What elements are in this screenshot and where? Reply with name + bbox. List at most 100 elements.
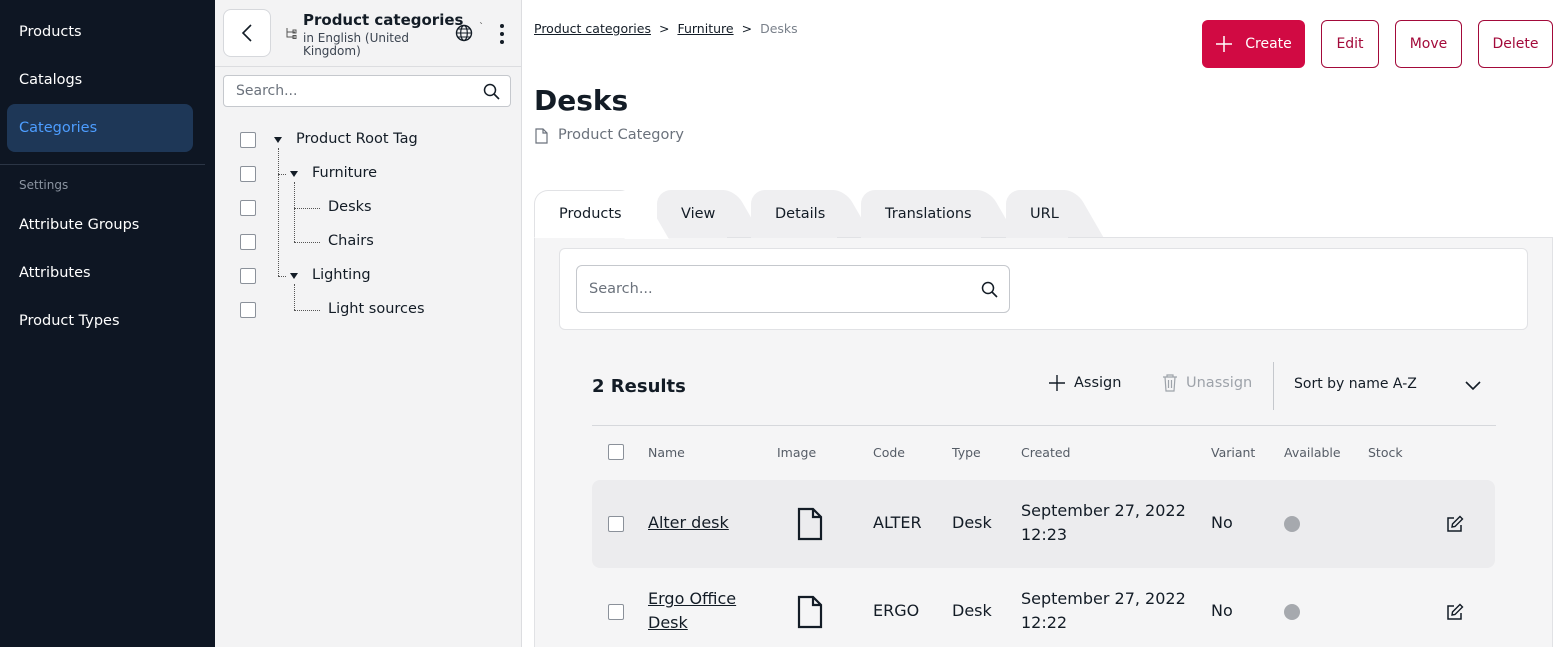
- search-icon[interactable]: [483, 83, 500, 100]
- product-created-date: September 27, 2022: [1021, 501, 1186, 520]
- availability-status-dot: [1284, 516, 1300, 532]
- back-button[interactable]: [223, 9, 271, 57]
- plus-icon: [1049, 375, 1065, 391]
- globe-icon[interactable]: [455, 24, 473, 42]
- product-name-link[interactable]: Desk: [648, 613, 688, 632]
- product-search-placeholder: Search...: [589, 281, 653, 297]
- tree-node-lighting[interactable]: Lighting: [215, 264, 521, 288]
- nav-item-product-types[interactable]: Product Types: [7, 297, 193, 345]
- document-icon: [535, 128, 548, 144]
- product-code-cell: ERGO: [873, 601, 920, 620]
- column-header-stock: Stock: [1368, 445, 1403, 460]
- delete-button[interactable]: Delete: [1478, 20, 1553, 68]
- main-navigation: Products Catalogs Categories Settings At…: [0, 0, 215, 647]
- availability-status-dot: [1284, 604, 1300, 620]
- column-header-created[interactable]: Created: [1021, 445, 1070, 460]
- row-checkbox[interactable]: [608, 516, 624, 532]
- column-header-name[interactable]: Name: [648, 445, 685, 460]
- trash-icon: [1163, 374, 1177, 392]
- tab-details[interactable]: Details: [751, 190, 837, 238]
- tree-node-desks[interactable]: Desks: [215, 196, 521, 220]
- sort-select[interactable]: Sort by name A-Z: [1294, 376, 1417, 392]
- language-dropdown-indicator[interactable]: `: [479, 22, 484, 33]
- edit-button[interactable]: Edit: [1321, 20, 1379, 68]
- more-options-icon[interactable]: [498, 24, 506, 44]
- product-name-link[interactable]: Ergo Office: [648, 589, 736, 608]
- main-content: Product categories > Furniture > Desks C…: [522, 0, 1560, 647]
- tab-products[interactable]: Products: [534, 190, 634, 238]
- nav-item-attributes[interactable]: Attributes: [7, 249, 193, 297]
- nav-item-catalogs[interactable]: Catalogs: [7, 56, 193, 104]
- tree-node-label[interactable]: Light sources: [328, 301, 425, 317]
- tree-node-checkbox[interactable]: [240, 166, 256, 182]
- breadcrumb-link-product-categories[interactable]: Product categories: [534, 21, 651, 36]
- tree-node-checkbox[interactable]: [240, 302, 256, 318]
- nav-divider: [0, 164, 205, 165]
- product-code-cell: ALTER: [873, 513, 922, 532]
- move-button[interactable]: Move: [1395, 20, 1462, 68]
- tab-url[interactable]: URL: [1006, 190, 1068, 238]
- create-button[interactable]: Create: [1202, 20, 1305, 68]
- tree-node-checkbox[interactable]: [240, 268, 256, 284]
- tree-title: Product categories: [303, 11, 464, 29]
- column-header-code[interactable]: Code: [873, 445, 905, 460]
- collapse-triangle-icon[interactable]: [290, 273, 298, 279]
- nav-item-categories[interactable]: Categories: [7, 104, 193, 152]
- product-name-cell: Ergo Office: [648, 589, 736, 608]
- assign-label: Assign: [1074, 375, 1122, 391]
- collapse-triangle-icon[interactable]: [274, 137, 282, 143]
- tree-node-chairs[interactable]: Chairs: [215, 230, 521, 254]
- breadcrumb-separator: >: [741, 21, 753, 36]
- column-header-type[interactable]: Type: [952, 445, 981, 460]
- tree-node-label[interactable]: Furniture: [312, 165, 377, 181]
- tree-structure-icon: [286, 28, 297, 39]
- tree-node-checkbox[interactable]: [240, 132, 256, 148]
- tree-node-root[interactable]: Product Root Tag: [215, 128, 521, 152]
- tree-node-furniture[interactable]: Furniture: [215, 162, 521, 186]
- unassign-label: Unassign: [1186, 375, 1253, 391]
- tree-node-checkbox[interactable]: [240, 234, 256, 250]
- chevron-left-icon: [241, 24, 252, 42]
- collapse-triangle-icon[interactable]: [290, 171, 298, 177]
- tree-search-input[interactable]: Search...: [223, 75, 511, 107]
- results-count: 2 Results: [592, 376, 686, 397]
- toolbar-divider: [1273, 362, 1274, 410]
- breadcrumb-link-furniture[interactable]: Furniture: [677, 21, 733, 36]
- create-button-label: Create: [1245, 36, 1292, 52]
- breadcrumb: Product categories > Furniture > Desks: [534, 21, 798, 36]
- row-checkbox[interactable]: [608, 604, 624, 620]
- tree-language: in English (United Kingdom): [303, 31, 410, 58]
- document-icon: [797, 507, 823, 541]
- assign-button[interactable]: Assign: [1048, 374, 1121, 392]
- column-header-available: Available: [1284, 445, 1341, 460]
- tree-node-checkbox[interactable]: [240, 200, 256, 216]
- tree-node-label[interactable]: Chairs: [328, 233, 374, 249]
- edit-icon[interactable]: [1446, 515, 1464, 533]
- product-search-input[interactable]: Search...: [576, 265, 1010, 313]
- document-icon: [797, 595, 823, 629]
- product-variant-cell: No: [1211, 601, 1233, 620]
- edit-icon[interactable]: [1446, 603, 1464, 621]
- tree-node-label[interactable]: Product Root Tag: [296, 131, 418, 147]
- product-type-cell: Desk: [952, 601, 992, 620]
- select-all-checkbox[interactable]: [608, 444, 624, 460]
- tree-node-light-sources[interactable]: Light sources: [215, 298, 521, 322]
- tree-header-divider: [215, 66, 521, 67]
- tree-node-label[interactable]: Desks: [328, 199, 372, 215]
- nav-item-products[interactable]: Products: [7, 8, 193, 56]
- product-created-date: September 27, 2022: [1021, 589, 1186, 608]
- product-name-cell: Desk: [648, 613, 688, 632]
- chevron-down-icon[interactable]: [1464, 378, 1482, 392]
- tab-translations[interactable]: Translations: [861, 190, 981, 238]
- search-icon[interactable]: [981, 281, 998, 298]
- plus-icon: [1216, 36, 1233, 52]
- product-type-cell: Desk: [952, 513, 992, 532]
- page-title: Desks: [534, 84, 629, 117]
- category-tree-panel: Product categories in English (United Ki…: [215, 0, 522, 647]
- unassign-button[interactable]: Unassign: [1162, 374, 1252, 392]
- tree-node-label[interactable]: Lighting: [312, 267, 371, 283]
- product-name-link[interactable]: Alter desk: [648, 513, 729, 532]
- product-created-time: 12:22: [1021, 613, 1068, 632]
- nav-item-attribute-groups[interactable]: Attribute Groups: [7, 201, 193, 249]
- tab-view[interactable]: View: [657, 190, 727, 238]
